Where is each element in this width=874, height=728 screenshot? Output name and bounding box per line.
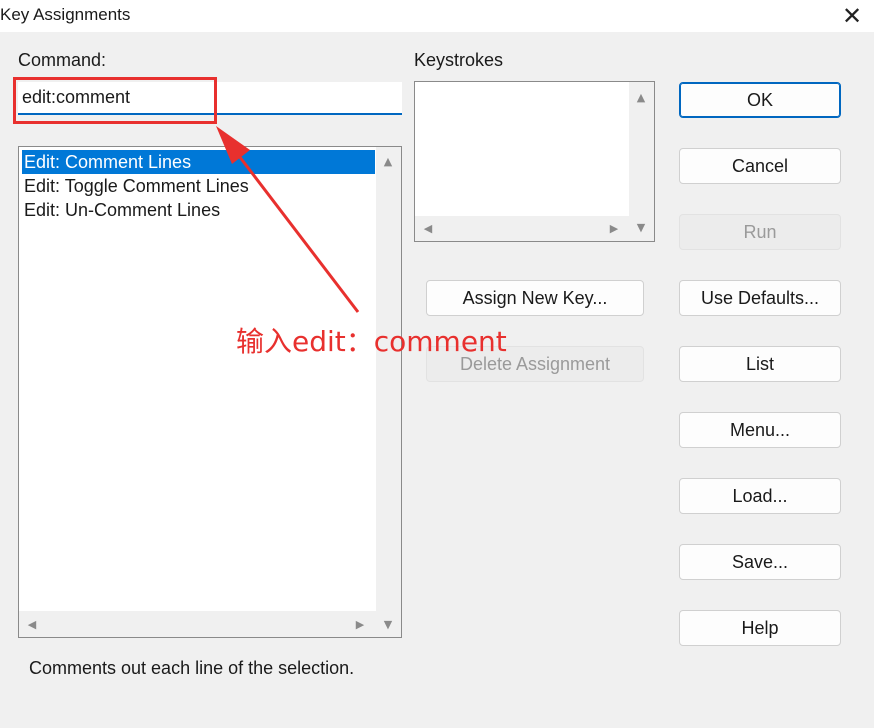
load-button[interactable]: Load...: [679, 478, 841, 514]
scroll-up-icon[interactable]: ▲: [381, 155, 395, 168]
list-item[interactable]: Edit: Comment Lines: [22, 150, 375, 174]
cancel-button[interactable]: Cancel: [679, 148, 841, 184]
help-button[interactable]: Help: [679, 610, 841, 646]
assign-new-key-button[interactable]: Assign New Key...: [426, 280, 644, 316]
command-label: Command:: [18, 50, 107, 70]
window-title: Key Assignments: [0, 5, 131, 24]
keystrokes-list[interactable]: ▲ ▼ ◀ ▶: [414, 81, 655, 242]
scroll-right-icon[interactable]: ▶: [607, 222, 621, 235]
vertical-scrollbar[interactable]: ▲ ▼: [376, 147, 401, 637]
title-bar: Key Assignments ✕: [0, 0, 874, 32]
horizontal-scrollbar[interactable]: ◀ ▶: [19, 611, 376, 637]
run-button[interactable]: Run: [679, 214, 841, 250]
scroll-left-icon[interactable]: ◀: [25, 618, 39, 631]
list-item[interactable]: Edit: Un-Comment Lines: [22, 198, 220, 222]
menu-button[interactable]: Menu...: [679, 412, 841, 448]
scroll-left-icon[interactable]: ◀: [421, 222, 435, 235]
list-button[interactable]: List: [679, 346, 841, 382]
command-input[interactable]: [18, 82, 402, 115]
close-icon[interactable]: ✕: [834, 2, 870, 30]
scroll-down-icon[interactable]: ▼: [634, 221, 648, 234]
use-defaults-button[interactable]: Use Defaults...: [679, 280, 841, 316]
scroll-right-icon[interactable]: ▶: [353, 618, 367, 631]
ok-button[interactable]: OK: [679, 82, 841, 118]
command-description: Comments out each line of the selection.: [29, 658, 355, 678]
scroll-up-icon[interactable]: ▲: [634, 91, 648, 104]
scroll-down-icon[interactable]: ▼: [381, 618, 395, 631]
command-list[interactable]: Edit: Comment Lines Edit: Toggle Comment…: [18, 146, 402, 638]
keystrokes-label: Keystrokes: [414, 50, 504, 70]
keystrokes-horizontal-scrollbar[interactable]: ◀ ▶: [415, 216, 629, 241]
list-item[interactable]: Edit: Toggle Comment Lines: [22, 174, 249, 198]
keystrokes-vertical-scrollbar[interactable]: ▲ ▼: [629, 82, 654, 241]
save-button[interactable]: Save...: [679, 544, 841, 580]
annotation-text: 输入edit：comment: [236, 325, 507, 358]
